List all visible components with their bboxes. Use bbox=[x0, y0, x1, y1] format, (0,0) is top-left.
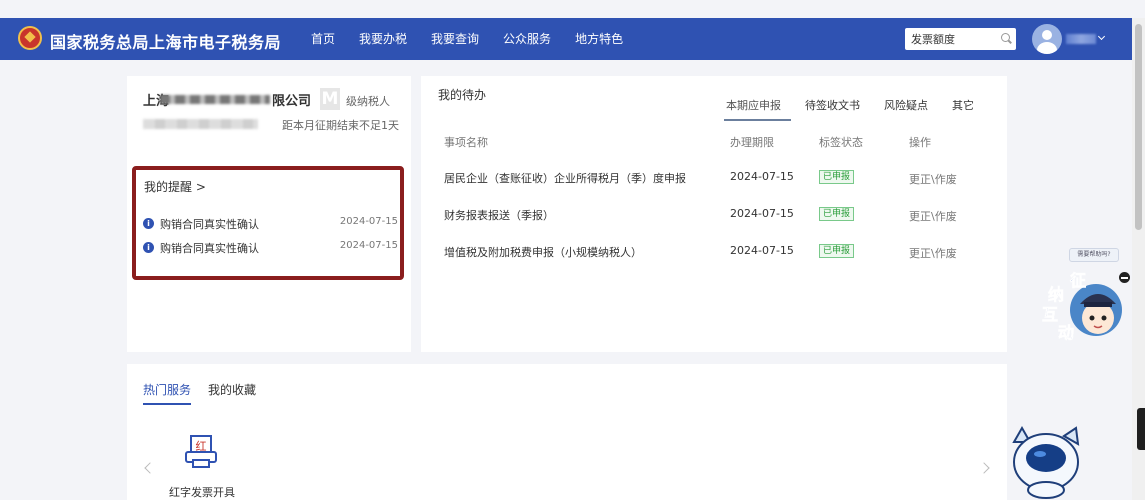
info-icon: i bbox=[143, 242, 154, 253]
nav-query[interactable]: 我要查询 bbox=[431, 18, 479, 60]
tab-hot-services[interactable]: 热门服务 bbox=[143, 381, 192, 405]
service-red-invoice[interactable]: 红 红字发票开具 bbox=[169, 434, 249, 499]
credit-level-badge: M bbox=[320, 88, 340, 110]
company-name-redacted bbox=[160, 95, 270, 104]
column-header-status: 标签状态 bbox=[819, 136, 863, 149]
chevron-down-icon[interactable] bbox=[1097, 32, 1106, 41]
taxpayer-level: 级纳税人 bbox=[346, 95, 390, 108]
main-nav: 首页 我要办税 我要查询 公众服务 地方特色 bbox=[311, 18, 647, 60]
status-badge: 已申报 bbox=[819, 170, 855, 184]
top-navbar: 国家税务总局上海市电子税务局 首页 我要办税 我要查询 公众服务 地方特色 bbox=[0, 18, 1132, 60]
red-invoice-icon: 红 bbox=[185, 435, 217, 468]
assistant-char: 纳 bbox=[1048, 285, 1064, 304]
assistant-char: 互 bbox=[1042, 305, 1058, 324]
todo-item-name[interactable]: 增值税及附加税费申报（小规模纳税人） bbox=[444, 244, 642, 260]
nav-home[interactable]: 首页 bbox=[311, 18, 335, 60]
assistant-char: 动 bbox=[1058, 323, 1074, 342]
correct-void-link[interactable]: 更正\作废 bbox=[909, 245, 957, 261]
column-header-action: 操作 bbox=[909, 136, 931, 149]
search-box bbox=[905, 28, 1016, 50]
nav-tax-handling[interactable]: 我要办税 bbox=[359, 18, 407, 60]
deadline-notice: 距本月征期结束不足1天 bbox=[282, 119, 399, 132]
tab-my-favorites[interactable]: 我的收藏 bbox=[208, 381, 256, 398]
services-card: 热门服务 我的收藏 红 红字发票开具 bbox=[127, 364, 1007, 500]
nav-local-feature[interactable]: 地方特色 bbox=[575, 18, 623, 60]
help-bubble[interactable]: 需要帮助吗? bbox=[1069, 248, 1119, 262]
status-badge: 已申报 bbox=[819, 207, 855, 221]
todo-title: 我的待办 bbox=[438, 88, 487, 102]
correct-void-link[interactable]: 更正\作废 bbox=[909, 171, 957, 187]
robot-mascot-icon[interactable] bbox=[1010, 424, 1084, 500]
todo-tabs: 本期应申报 待签收文书 风险疑点 其它 bbox=[724, 97, 998, 121]
company-card: 上海 限公司 M 级纳税人 距本月征期结束不足1天 我的提醒 > i 购销合同真… bbox=[127, 76, 411, 352]
taxpayer-id-redacted bbox=[143, 119, 258, 129]
todo-item-deadline: 2024-07-15 bbox=[730, 170, 794, 183]
todo-item-deadline: 2024-07-15 bbox=[730, 207, 794, 220]
column-header-deadline: 办理期限 bbox=[730, 136, 774, 149]
tax-interaction-assistant-icon[interactable]: 征 纳 互 动 bbox=[1040, 266, 1122, 344]
site-title[interactable]: 国家税务总局上海市电子税务局 bbox=[50, 29, 281, 53]
status-badge: 已申报 bbox=[819, 244, 855, 258]
scrollbar-thumb[interactable] bbox=[1135, 24, 1142, 230]
correct-void-link[interactable]: 更正\作废 bbox=[909, 208, 957, 224]
close-assistant-icon[interactable] bbox=[1119, 272, 1130, 283]
nav-public-service[interactable]: 公众服务 bbox=[503, 18, 551, 60]
search-icon[interactable] bbox=[1001, 33, 1010, 42]
todo-item-deadline: 2024-07-15 bbox=[730, 244, 794, 257]
reminder-label: 购销合同真实性确认 bbox=[160, 242, 259, 255]
reminder-item[interactable]: i 购销合同真实性确认 2024-07-15 bbox=[143, 240, 398, 256]
todo-card: 我的待办 本期应申报 待签收文书 风险疑点 其它 事项名称 办理期限 标签状态 … bbox=[421, 76, 1007, 352]
red-invoice-icon-char: 红 bbox=[196, 440, 207, 453]
service-label: 红字发票开具 bbox=[169, 486, 235, 499]
user-avatar-icon[interactable] bbox=[1032, 24, 1062, 54]
reminder-date: 2024-07-15 bbox=[339, 216, 398, 227]
todo-item-name[interactable]: 财务报表报送（季报） bbox=[444, 207, 554, 223]
tab-pending-documents[interactable]: 待签收文书 bbox=[805, 97, 860, 121]
user-name-redacted[interactable] bbox=[1066, 34, 1096, 44]
info-icon: i bbox=[143, 218, 154, 229]
reminder-panel: 我的提醒 > i 购销合同真实性确认 2024-07-15 i 购销合同真实性确… bbox=[132, 166, 404, 280]
reminder-date: 2024-07-15 bbox=[339, 240, 398, 251]
tab-other[interactable]: 其它 bbox=[952, 97, 974, 121]
reminder-item[interactable]: i 购销合同真实性确认 2024-07-15 bbox=[143, 216, 398, 232]
assistant-char: 征 bbox=[1070, 271, 1086, 290]
search-input[interactable] bbox=[905, 28, 993, 50]
reminder-label: 购销合同真实性确认 bbox=[160, 218, 259, 231]
tab-risk-doubts[interactable]: 风险疑点 bbox=[884, 97, 928, 121]
side-feedback-tab[interactable] bbox=[1137, 408, 1145, 450]
todo-item-name[interactable]: 居民企业（查账征收）企业所得税月（季）度申报 bbox=[444, 170, 686, 186]
tab-current-declaration[interactable]: 本期应申报 bbox=[724, 97, 791, 121]
tax-emblem-icon bbox=[18, 26, 42, 50]
column-header-item: 事项名称 bbox=[444, 136, 488, 149]
reminder-title-link[interactable]: 我的提醒 > bbox=[144, 178, 206, 195]
company-name-suffix: 限公司 bbox=[272, 94, 312, 109]
